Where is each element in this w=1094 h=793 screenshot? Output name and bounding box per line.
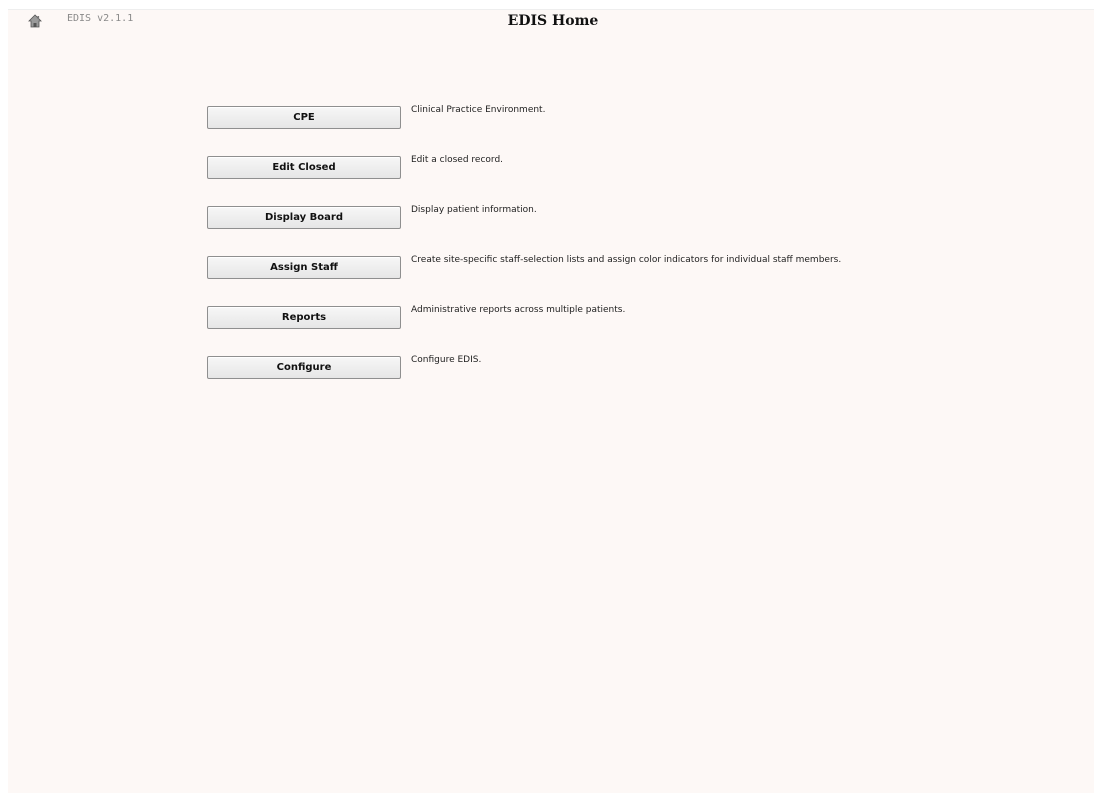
cpe-description: Clinical Practice Environment. — [411, 105, 546, 115]
assign-staff-description: Create site-specific staff-selection lis… — [411, 255, 842, 265]
reports-description: Administrative reports across multiple p… — [411, 305, 626, 315]
configure-button[interactable]: Configure — [207, 356, 401, 379]
configure-description: Configure EDIS. — [411, 355, 482, 365]
edit-closed-description: Edit a closed record. — [411, 155, 504, 165]
top-bar: EDIS v2.1.1 EDIS Home — [8, 10, 1094, 36]
edit-closed-button[interactable]: Edit Closed — [207, 156, 401, 179]
assign-staff-button[interactable]: Assign Staff — [207, 256, 401, 279]
display-board-description: Display patient information. — [411, 205, 537, 215]
app-frame: EDIS v2.1.1 EDIS Home CPE Clinical Pract… — [8, 9, 1094, 793]
reports-button[interactable]: Reports — [207, 306, 401, 329]
cpe-button[interactable]: CPE — [207, 106, 401, 129]
page-title: EDIS Home — [507, 13, 599, 29]
display-board-button[interactable]: Display Board — [207, 206, 401, 229]
